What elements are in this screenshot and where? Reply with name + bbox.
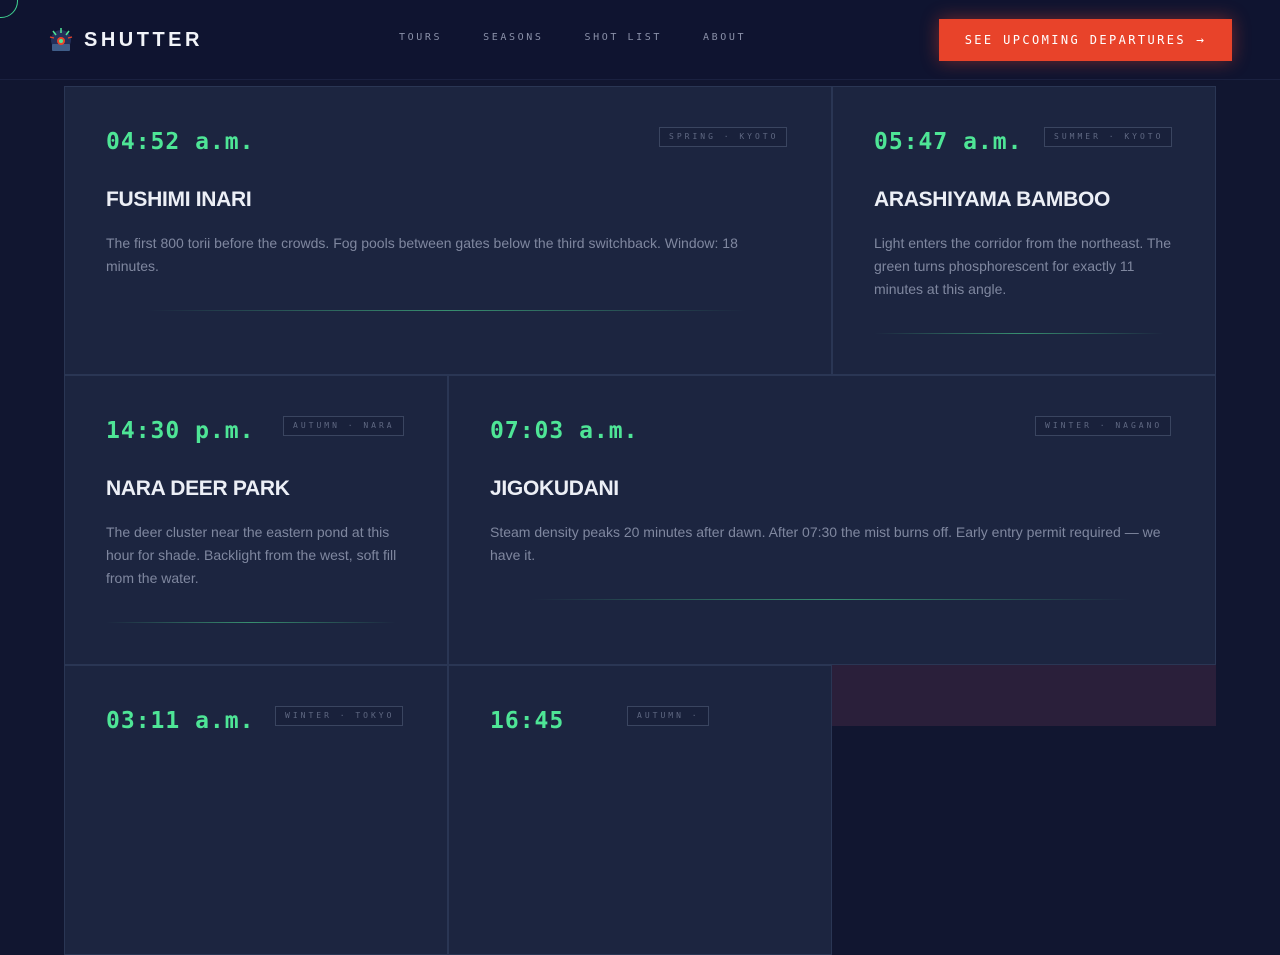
nav-item-seasons[interactable]: SEASONS — [483, 32, 543, 43]
card-divider-line — [874, 333, 1164, 334]
card-title: NARA DEER PARK — [106, 477, 290, 500]
card-time: 05:47 a.m. — [874, 129, 1023, 155]
card-time: 16:45 — [490, 708, 565, 734]
brand-name: SHUTTER — [84, 28, 203, 51]
shot-card-fushimi-inari[interactable]: 04:52 a.m. SPRING · KYOTO FUSHIMI INARI … — [64, 86, 832, 375]
shot-card-tokyo[interactable]: 03:11 a.m. WINTER · TOKYO — [64, 665, 448, 955]
top-navigation-bar: SHUTTER TOURS SEASONS SHOT LIST ABOUT SE… — [0, 0, 1280, 80]
card-divider-line — [147, 310, 747, 311]
brand[interactable]: SHUTTER — [48, 26, 203, 54]
card-season-tag: AUTUMN · — [627, 706, 709, 726]
card-time: 07:03 a.m. — [490, 418, 639, 444]
card-time: 14:30 p.m. — [106, 418, 255, 444]
card-season-tag: SUMMER · KYOTO — [1044, 127, 1173, 147]
shutter-logo-icon — [49, 28, 73, 51]
card-title: JIGOKUDANI — [490, 477, 619, 500]
shot-card-jigokudani[interactable]: 07:03 a.m. WINTER · NAGANO JIGOKUDANI St… — [448, 375, 1216, 665]
shot-card-arashiyama-bamboo[interactable]: 05:47 a.m. SUMMER · KYOTO ARASHIYAMA BAM… — [832, 86, 1216, 375]
card-description: The first 800 torii before the crowds. F… — [106, 235, 738, 274]
card-divider-line — [531, 599, 1131, 600]
shot-card-autumn[interactable]: 16:45 AUTUMN · — [448, 665, 832, 955]
nav-item-shot-list[interactable]: SHOT LIST — [584, 32, 662, 43]
card-divider-line — [106, 622, 396, 623]
cta-label: SEE UPCOMING DEPARTURES — [964, 33, 1187, 47]
nav-item-about[interactable]: ABOUT — [703, 32, 746, 43]
card-title: FUSHIMI INARI — [106, 188, 252, 211]
card-season-tag: WINTER · TOKYO — [275, 706, 404, 726]
card-season-tag: WINTER · NAGANO — [1035, 416, 1172, 436]
card-title: ARASHIYAMA BAMBOO — [874, 188, 1111, 211]
main-nav: TOURS SEASONS SHOT LIST ABOUT — [399, 32, 787, 43]
card-season-tag: AUTUMN · NARA — [283, 416, 404, 436]
arrow-right-icon: → — [1196, 32, 1207, 48]
corner-ring-decoration — [0, 0, 18, 18]
card-description: Light enters the corridor from the north… — [874, 235, 1172, 297]
shot-card-nara-deer-park[interactable]: 14:30 p.m. AUTUMN · NARA NARA DEER PARK … — [64, 375, 448, 665]
card-season-tag: SPRING · KYOTO — [659, 127, 788, 147]
nav-item-tours[interactable]: TOURS — [399, 32, 442, 43]
card-description: The deer cluster near the eastern pond a… — [106, 524, 397, 586]
shot-grid: 04:52 a.m. SPRING · KYOTO FUSHIMI INARI … — [64, 86, 1216, 955]
see-upcoming-departures-button[interactable]: SEE UPCOMING DEPARTURES → — [939, 19, 1232, 61]
card-time: 04:52 a.m. — [106, 129, 255, 155]
card-description: Steam density peaks 20 minutes after daw… — [490, 524, 1161, 563]
card-time: 03:11 a.m. — [106, 708, 255, 734]
